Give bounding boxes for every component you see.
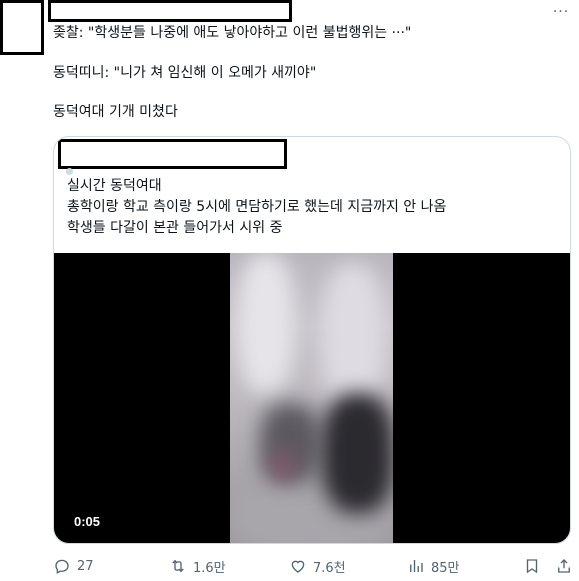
tweet-text-line-1: 좆찰: "학생분들 나중에 애도 낳아야하고 이런 불법행위는 ···" xyxy=(53,25,412,41)
retweet-icon xyxy=(172,559,184,573)
tweet-text-line-2: 동덕띠니: "니가 쳐 임신해 이 오메가 새끼야" xyxy=(53,65,317,81)
author-avatar-redacted[interactable] xyxy=(0,0,44,55)
quoted-text-line-1: 실시간 동덕여대 xyxy=(67,178,162,194)
quoted-text-line-2: 총학이랑 학교 측이랑 5시에 면담하기로 했는데 지금까지 안 나옴 xyxy=(67,199,447,215)
quoted-text-line-3: 학생들 다갈이 본관 들어가서 시위 중 xyxy=(67,220,283,236)
quoted-author-redacted xyxy=(58,139,287,169)
retweet-button[interactable]: 1.6만 xyxy=(169,555,226,577)
bookmark-button[interactable] xyxy=(523,555,541,577)
heart-icon xyxy=(291,560,305,573)
action-bar: 27 1.6만 7.6천 85만 xyxy=(53,555,573,577)
retweet-count: 1.6만 xyxy=(193,560,226,576)
video-player[interactable]: 0:05 xyxy=(54,253,570,543)
video-duration: 0:05 xyxy=(74,514,101,529)
like-button[interactable]: 7.6천 xyxy=(289,555,346,577)
author-name-redacted xyxy=(48,0,292,22)
share-icon xyxy=(558,559,570,573)
views-count: 85만 xyxy=(431,560,460,576)
like-count: 7.6천 xyxy=(313,560,346,576)
share-button[interactable] xyxy=(555,555,573,577)
quoted-author-avatar xyxy=(66,168,73,175)
analytics-icon xyxy=(410,560,423,572)
video-thumbnail xyxy=(230,253,393,543)
reply-count: 27 xyxy=(77,558,94,574)
more-icon[interactable]: ··· xyxy=(550,3,572,21)
views-button[interactable]: 85만 xyxy=(407,555,460,577)
reply-button[interactable]: 27 xyxy=(53,555,94,577)
reply-icon xyxy=(55,559,69,574)
bookmark-icon xyxy=(526,559,538,574)
tweet-text-line-3: 동덕여대 기개 미쳤다 xyxy=(53,104,178,120)
quoted-tweet-card[interactable]: 실시간 동덕여대 총학이랑 학교 측이랑 5시에 면담하기로 했는데 지금까지 … xyxy=(53,136,571,544)
